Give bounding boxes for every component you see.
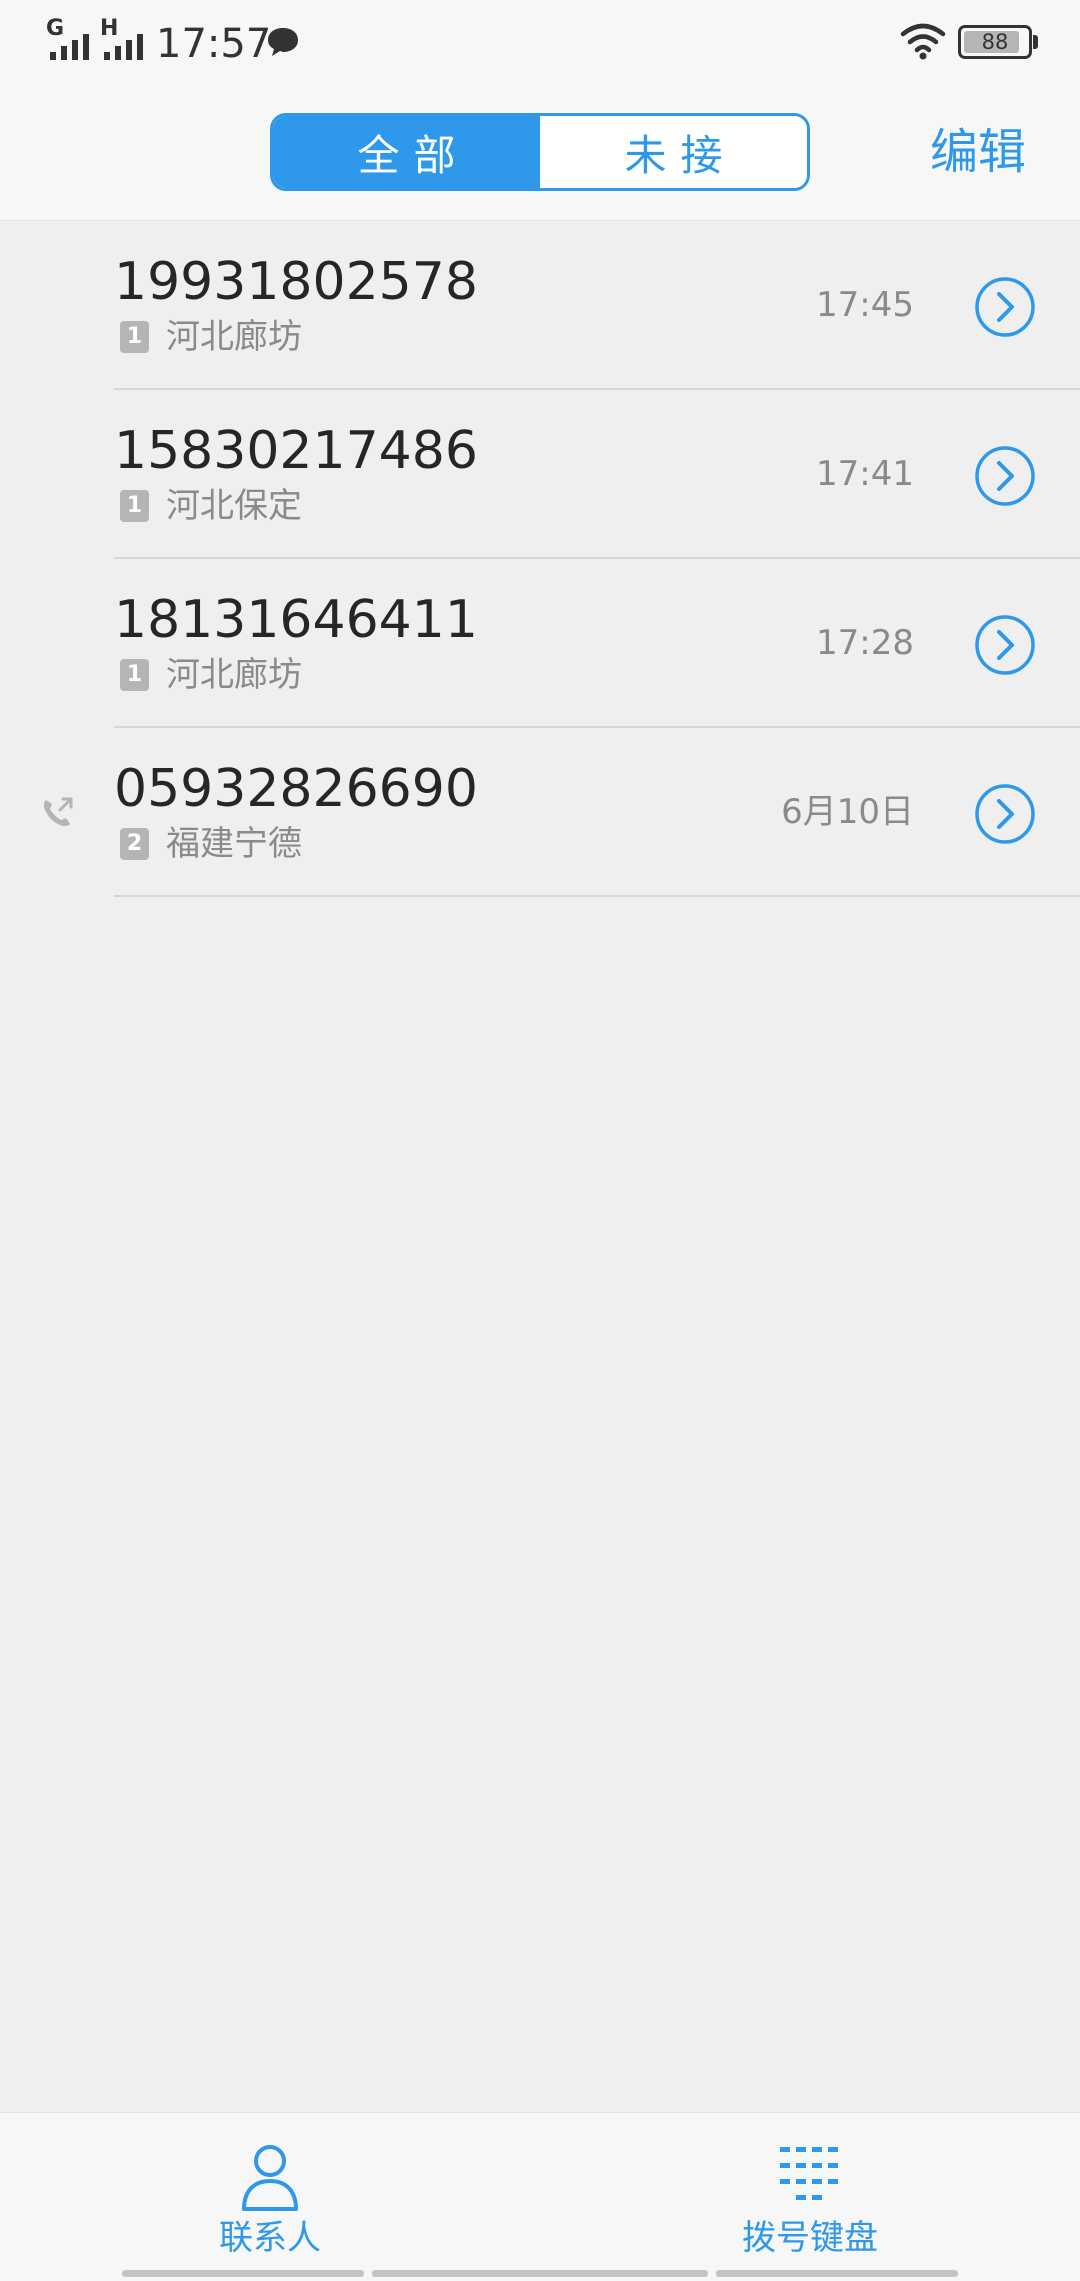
edit-button[interactable]: 编辑	[930, 122, 1026, 182]
system-nav-bar	[372, 2270, 708, 2277]
system-nav-bar	[716, 2270, 958, 2277]
dialpad-icon	[780, 2147, 838, 2200]
status-bar: G H 17:57 88	[0, 0, 1080, 86]
tab-all[interactable]: 全部	[273, 116, 540, 188]
status-time: 17:57	[156, 21, 272, 67]
chevron-right-circle-icon[interactable]	[974, 783, 1036, 845]
tab-missed[interactable]: 未接	[540, 116, 807, 188]
caller-number: 19931802578	[114, 252, 478, 312]
contacts-icon	[242, 2145, 298, 2211]
call-log-row[interactable]: 15830217486 1 河北保定 17:41	[0, 390, 1080, 559]
caller-number: 15830217486	[114, 421, 478, 481]
call-log-list: 19931802578 1 河北廊坊 17:45 15830217486 1 河…	[0, 221, 1080, 897]
call-log-row[interactable]: 19931802578 1 河北廊坊 17:45	[0, 221, 1080, 390]
call-time: 17:41	[816, 454, 914, 494]
signal-icon: H	[100, 18, 158, 60]
call-log-row[interactable]: 18131646411 1 河北廊坊 17:28	[0, 559, 1080, 728]
call-time: 17:45	[816, 285, 914, 325]
caller-number: 05932826690	[114, 759, 478, 819]
caller-number: 18131646411	[114, 590, 478, 650]
call-log-row[interactable]: 05932826690 2 福建宁德 6月10日	[0, 728, 1080, 897]
sim-badge: 1	[120, 321, 149, 353]
caller-location: 河北保定	[166, 486, 302, 526]
call-log-header: 全部 未接 编辑	[0, 86, 1080, 221]
nav-contacts-label: 联系人	[219, 2218, 321, 2258]
sim-badge: 1	[120, 659, 149, 691]
call-filter-tabs: 全部 未接	[270, 113, 810, 191]
message-icon	[268, 28, 298, 56]
chevron-right-circle-icon[interactable]	[974, 614, 1036, 676]
nav-dialpad-label: 拨号键盘	[742, 2218, 878, 2258]
call-time: 17:28	[816, 623, 914, 663]
call-time: 6月10日	[781, 792, 914, 832]
battery-icon: 88	[958, 25, 1032, 59]
nav-dialpad[interactable]: 拨号键盘	[690, 2127, 930, 2267]
sim-badge: 1	[120, 490, 149, 522]
signal-icon: G	[46, 18, 104, 60]
system-nav-bar	[122, 2270, 364, 2277]
chevron-right-circle-icon[interactable]	[974, 276, 1036, 338]
wifi-icon	[900, 23, 946, 60]
bottom-navigation: 联系人 拨号键盘	[0, 2112, 1080, 2281]
caller-location: 河北廊坊	[166, 655, 302, 695]
sim-badge: 2	[120, 828, 149, 860]
battery-level: 88	[981, 30, 1009, 54]
outgoing-call-icon	[43, 797, 73, 827]
chevron-right-circle-icon[interactable]	[974, 445, 1036, 507]
caller-location: 河北廊坊	[166, 317, 302, 357]
nav-contacts[interactable]: 联系人	[150, 2127, 390, 2267]
caller-location: 福建宁德	[166, 824, 302, 864]
